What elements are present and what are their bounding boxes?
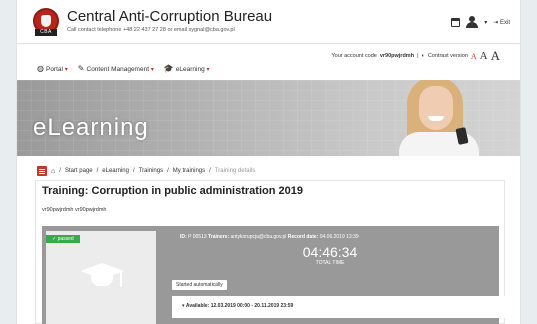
contact-info: Call contact telephone +48 22 437 27 28 … (67, 27, 235, 33)
divider: | (417, 53, 419, 59)
calendar-icon[interactable] (451, 17, 461, 27)
training-title: Training: Corruption in public administr… (42, 185, 303, 197)
user-codes: vr90pwjrdmh vr90pwjrdmh (42, 207, 107, 213)
total-time: 04:46:34 (302, 244, 358, 260)
edit-icon: ✎ (77, 64, 85, 73)
available-value: 12.03.2019 00:00 - 20.11.2019 23:59 (210, 303, 294, 309)
site-title: Central Anti-Corruption Bureau (67, 8, 273, 25)
breadcrumb-separator: / (167, 168, 169, 174)
breadcrumb-current: Training details (214, 168, 256, 174)
nav-item-content-management[interactable]: ✎ Content Management ▾ (78, 64, 154, 73)
font-size-small-button[interactable]: A (471, 52, 477, 61)
trainers-value: antykorupcja@cba.gov.pl (230, 234, 287, 240)
user-icon[interactable] (466, 16, 479, 28)
breadcrumb-item[interactable]: Start page (65, 168, 93, 174)
chevron-down-icon[interactable]: ▾ (484, 19, 487, 26)
logo-text: CBA (35, 29, 57, 36)
page-frame: CBA Central Anti-Corruption Bureau Call … (16, 0, 521, 324)
account-bar: Your account code vr90pwjrdmh | ◐ Contra… (331, 48, 500, 64)
chevron-down-icon: ▾ (150, 67, 154, 73)
menu-toggle-button[interactable] (37, 166, 47, 176)
training-card: Training: Corruption in public administr… (35, 180, 520, 324)
nav-label: Content Management (86, 66, 150, 73)
cba-logo[interactable]: CBA (33, 8, 59, 36)
breadcrumb-item[interactable]: My trainings (173, 168, 205, 174)
record-value: 04.06.2019 13:39 (319, 234, 359, 240)
graduation-cap-icon: 🎓 (163, 64, 174, 73)
chevron-down-icon: ▾ (206, 67, 210, 73)
record-label: Record date: (287, 234, 319, 240)
contrast-icon[interactable]: ◐ (422, 53, 425, 59)
logout-link[interactable]: ⇥ Exit (493, 19, 510, 26)
font-size-large-button[interactable]: A (491, 48, 500, 64)
elearning-banner: eLearning (17, 80, 520, 156)
cap-base (91, 274, 113, 286)
photo-smile (428, 116, 444, 121)
total-time-label: TOTAL TIME (315, 260, 345, 266)
breadcrumb-item[interactable]: eLearning (102, 168, 129, 174)
breadcrumb-separator: / (96, 168, 99, 174)
nav-label: Portal (45, 66, 63, 73)
contrast-link[interactable]: Contrast version (428, 53, 468, 59)
course-thumbnail[interactable]: ✓ passed (46, 231, 156, 324)
breadcrumb-separator: / (209, 168, 211, 174)
status-badge: ✓ passed (46, 235, 80, 243)
main-nav: ◍ Portal ▾ ✎ Content Management ▾ 🎓 eLearni… (37, 64, 210, 73)
banner-photo (399, 80, 479, 156)
training-meta: ID: P 00513 Trainers: antykorupcja@cba.g… (180, 234, 359, 240)
id-value: P 00513 (188, 234, 207, 240)
status-label: passed (57, 236, 74, 242)
site-header: CBA Central Anti-Corruption Bureau Call … (17, 0, 520, 44)
availability-row[interactable]: ▾ Available: 12.03.2019 00:00 - 20.11.20… (172, 296, 520, 318)
available-label: Available: (185, 303, 210, 309)
breadcrumb-separator: / (59, 168, 61, 174)
nav-item-portal[interactable]: ◍ Portal ▾ (37, 64, 68, 73)
banner-title: eLearning (33, 114, 149, 141)
chevron-down-icon: ▾ (182, 303, 185, 309)
trainers-label: Trainers: (208, 234, 230, 240)
font-size-medium-button[interactable]: A (480, 50, 488, 62)
graduation-cap-icon (80, 263, 124, 297)
photo-face (419, 86, 453, 130)
id-label: ID: (180, 234, 187, 240)
nav-item-elearning[interactable]: 🎓 eLearning ▾ (164, 64, 210, 73)
globe-icon: ◍ (37, 64, 44, 73)
account-code-label: Your account code (331, 53, 377, 59)
photo-phone (455, 127, 469, 145)
home-icon[interactable]: ⌂ (51, 168, 55, 175)
training-panel: ✓ passed ID: P 00513 Trainers: antykorup… (42, 226, 520, 324)
breadcrumb: ⌂ / Start page / eLearning / Trainings /… (37, 166, 255, 176)
breadcrumb-item[interactable]: Trainings (139, 168, 163, 174)
nav-label: eLearning (175, 66, 205, 73)
cap-tassel (120, 271, 122, 287)
account-code: vr90pwjrdmh (379, 53, 415, 59)
started-badge: Started automatically (172, 280, 227, 290)
breadcrumb-separator: / (132, 168, 135, 174)
chevron-down-icon: ▾ (64, 67, 68, 73)
logout-label: Exit (499, 19, 510, 26)
header-actions: ▾ ⇥ Exit (451, 16, 510, 28)
